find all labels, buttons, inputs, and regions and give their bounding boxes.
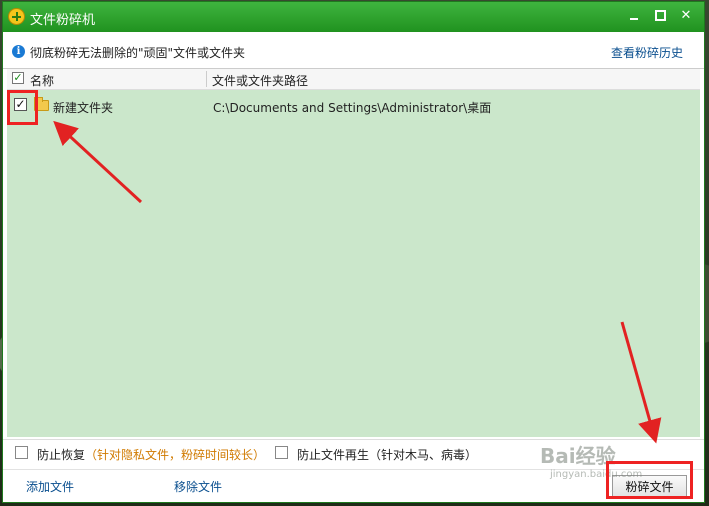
file-list[interactable]: ✓ 新建文件夹 C:\Documents and Settings\Admini… — [7, 90, 700, 437]
prevent-recovery-label[interactable]: 防止恢复（针对隐私文件，粉碎时间较长） — [37, 446, 265, 463]
table-header: ✓ 名称 文件或文件夹路径 — [7, 69, 700, 90]
prevent-regen-checkbox[interactable] — [275, 446, 288, 459]
info-icon: i — [12, 45, 25, 58]
file-shredder-window: 文件粉碎机 ✕ i 彻底粉碎无法删除的"顽固"文件或文件夹 查看粉碎历史 ✓ 名… — [2, 1, 705, 503]
row-file-name: 新建文件夹 — [53, 101, 114, 115]
minimize-icon — [630, 17, 638, 20]
prevent-regen-hint: （针对木马、病毒） — [369, 448, 478, 462]
folder-icon — [34, 97, 49, 111]
info-text: 彻底粉碎无法删除的"顽固"文件或文件夹 — [30, 46, 246, 60]
row-file-path: C:\Documents and Settings\Administrator\… — [213, 101, 492, 115]
maximize-button[interactable] — [650, 7, 670, 25]
row-checkbox[interactable]: ✓ — [14, 98, 27, 111]
watermark: Bai经验 jingyan.baidu.com — [540, 444, 643, 480]
window-title: 文件粉碎机 — [30, 13, 96, 28]
add-files-link[interactable]: 添加文件 — [26, 478, 74, 495]
maximize-icon — [654, 10, 666, 21]
app-logo-icon — [8, 8, 25, 25]
view-history-link[interactable]: 查看粉碎历史 — [611, 44, 683, 61]
minimize-button[interactable] — [624, 7, 644, 25]
info-bar: i 彻底粉碎无法删除的"顽固"文件或文件夹 查看粉碎历史 — [3, 34, 704, 69]
column-header-name[interactable]: 名称 — [30, 72, 54, 89]
remove-files-link[interactable]: 移除文件 — [174, 478, 222, 495]
column-divider[interactable] — [206, 71, 207, 87]
prevent-recovery-hint: （针对隐私文件，粉碎时间较长） — [85, 448, 266, 462]
select-all-checkbox[interactable]: ✓ — [12, 72, 24, 84]
close-icon: ✕ — [680, 8, 692, 23]
prevent-recovery-checkbox[interactable] — [15, 446, 28, 459]
close-button[interactable]: ✕ — [676, 7, 696, 25]
title-bar[interactable]: 文件粉碎机 ✕ — [3, 2, 704, 32]
column-header-path[interactable]: 文件或文件夹路径 — [212, 72, 308, 89]
prevent-regen-label[interactable]: 防止文件再生（针对木马、病毒） — [297, 446, 477, 463]
